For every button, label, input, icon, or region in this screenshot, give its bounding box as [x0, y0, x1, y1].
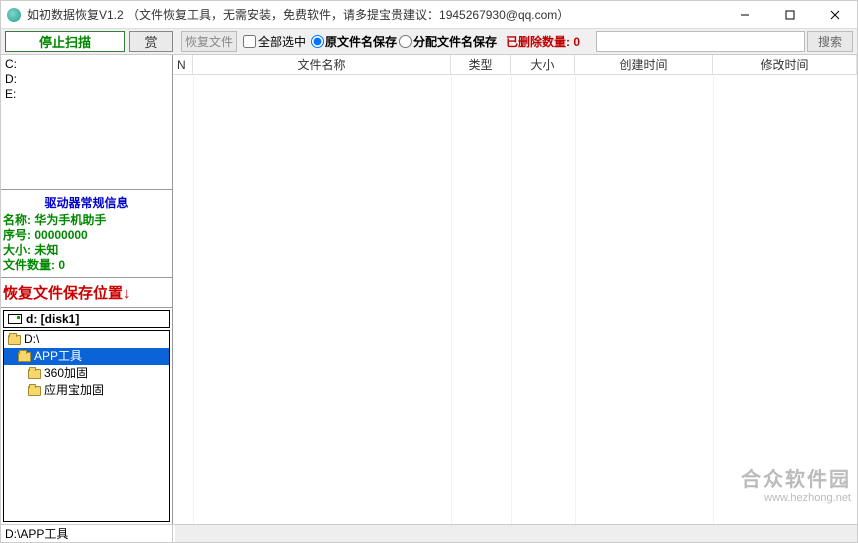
tree-label: APP工具 — [34, 349, 82, 364]
drive-info-serial: 序号: 00000000 — [3, 228, 170, 243]
statusbar: D:\APP工具 — [1, 524, 857, 542]
close-button[interactable] — [812, 1, 857, 29]
search-input[interactable] — [596, 31, 805, 52]
select-all-checkbox[interactable]: 全部选中 — [239, 29, 310, 54]
folder-tree[interactable]: D:\ APP工具 360加固 应用宝加固 — [3, 330, 170, 522]
deleted-count-label: 已删除数量: 0 — [498, 29, 588, 54]
table-header: N 文件名称 类型 大小 创建时间 修改时间 — [173, 55, 857, 75]
search-button[interactable]: 搜索 — [807, 31, 853, 52]
folder-closed-icon — [28, 369, 41, 379]
col-filename[interactable]: 文件名称 — [193, 55, 451, 74]
app-window: 如初数据恢复V1.2 （文件恢复工具，无需安装，免费软件，请多提宝贵建议：194… — [0, 0, 858, 543]
titlebar: 如初数据恢复V1.2 （文件恢复工具，无需安装，免费软件，请多提宝贵建议：194… — [1, 1, 857, 29]
drive-icon — [8, 314, 22, 324]
save-assigned-label: 分配文件名保存 — [413, 33, 497, 50]
drive-item[interactable]: D: — [5, 72, 168, 87]
main-panel: N 文件名称 类型 大小 创建时间 修改时间 合众软件园 www.hezhong… — [173, 55, 857, 524]
save-location-title: 恢复文件保存位置↓ — [1, 278, 172, 308]
toolbar: 停止扫描 赏 恢复文件 全部选中 原文件名保存 分配文件名保存 已删除数量: 0… — [1, 29, 857, 55]
destination-drive-label: d: [disk1] — [26, 312, 79, 326]
drive-item[interactable]: C: — [5, 57, 168, 72]
col-n[interactable]: N — [173, 55, 193, 74]
maximize-button[interactable] — [767, 1, 812, 29]
col-size[interactable]: 大小 — [511, 55, 575, 74]
window-title: 如初数据恢复V1.2 （文件恢复工具，无需安装，免费软件，请多提宝贵建议：194… — [27, 6, 722, 23]
drive-info-title: 驱动器常规信息 — [3, 194, 170, 211]
col-type[interactable]: 类型 — [451, 55, 511, 74]
tree-root[interactable]: D:\ — [4, 331, 169, 348]
col-created[interactable]: 创建时间 — [575, 55, 713, 74]
drive-info-name: 名称: 华为手机助手 — [3, 213, 170, 228]
drive-info-count: 文件数量: 0 — [3, 258, 170, 273]
save-assigned-input[interactable] — [399, 35, 412, 48]
destination-drive-select[interactable]: d: [disk1] — [3, 310, 170, 328]
reward-button[interactable]: 赏 — [129, 31, 173, 52]
tree-item[interactable]: APP工具 — [4, 348, 169, 365]
drive-info-size: 大小: 未知 — [3, 243, 170, 258]
save-assigned-radio[interactable]: 分配文件名保存 — [398, 29, 498, 54]
table-body: 合众软件园 www.hezhong.net — [173, 75, 857, 524]
recover-files-button[interactable]: 恢复文件 — [181, 31, 237, 52]
window-controls — [722, 1, 857, 29]
status-progress — [175, 525, 857, 542]
minimize-button[interactable] — [722, 1, 767, 29]
drive-list[interactable]: C: D: E: — [1, 55, 172, 190]
col-modified[interactable]: 修改时间 — [713, 55, 857, 74]
status-path: D:\APP工具 — [1, 525, 173, 542]
tree-label: D:\ — [24, 332, 39, 347]
drive-item[interactable]: E: — [5, 87, 168, 102]
stop-scan-button[interactable]: 停止扫描 — [5, 31, 125, 52]
folder-open-icon — [18, 352, 31, 362]
folder-closed-icon — [28, 386, 41, 396]
drive-info-panel: 驱动器常规信息 名称: 华为手机助手 序号: 00000000 大小: 未知 文… — [1, 190, 172, 278]
tree-label: 360加固 — [44, 366, 88, 381]
body: C: D: E: 驱动器常规信息 名称: 华为手机助手 序号: 00000000… — [1, 55, 857, 524]
sidebar: C: D: E: 驱动器常规信息 名称: 华为手机助手 序号: 00000000… — [1, 55, 173, 524]
app-icon — [7, 8, 21, 22]
save-original-radio[interactable]: 原文件名保存 — [310, 29, 398, 54]
tree-label: 应用宝加固 — [44, 383, 104, 398]
tree-item[interactable]: 应用宝加固 — [4, 382, 169, 399]
save-original-input[interactable] — [311, 35, 324, 48]
tree-item[interactable]: 360加固 — [4, 365, 169, 382]
folder-open-icon — [8, 335, 21, 345]
select-all-label: 全部选中 — [258, 33, 306, 50]
save-original-label: 原文件名保存 — [325, 33, 397, 50]
select-all-input[interactable] — [243, 35, 256, 48]
watermark: 合众软件园 www.hezhong.net — [741, 463, 851, 504]
